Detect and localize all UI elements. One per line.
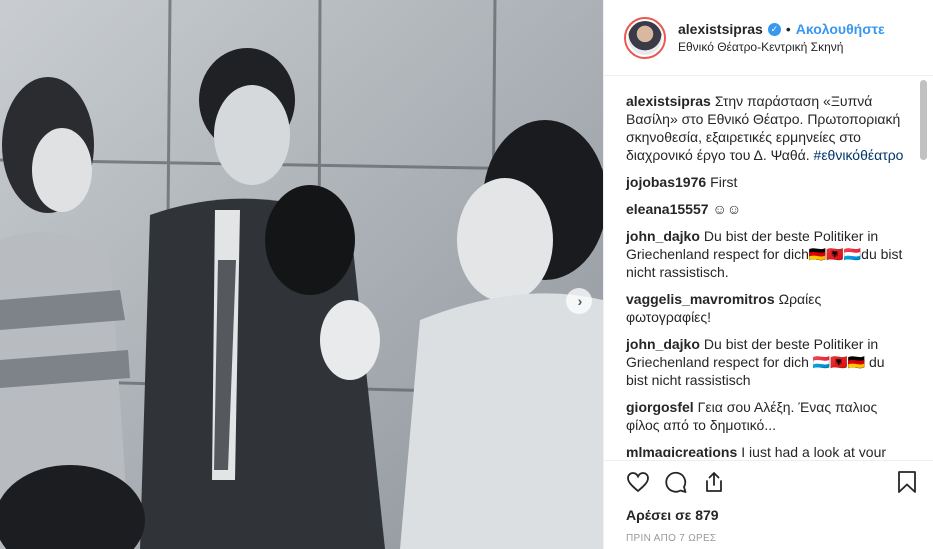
separator-dot: •: [785, 21, 791, 37]
caption-hashtag[interactable]: #εθνικόθέατρο: [814, 147, 904, 163]
follow-button[interactable]: Ακολουθήστε: [796, 21, 885, 37]
post-timestamp[interactable]: ΠΡΙΝ ΑΠΟ 7 ΩΡΕΣ: [626, 533, 918, 544]
comment-item: jojobas1976 First: [626, 173, 907, 191]
comment-text: ☺☺: [712, 201, 742, 217]
carousel-next-button[interactable]: ›: [566, 288, 592, 314]
header-username[interactable]: alexistsipras: [678, 21, 763, 37]
comment-item: john_dajko Du bist der beste Politiker in…: [626, 227, 907, 281]
avatar[interactable]: [624, 16, 666, 59]
comment-username[interactable]: john_dajko: [626, 228, 700, 244]
comment-text: I just had a look at your: [741, 444, 887, 457]
photo-image: [0, 0, 603, 549]
location-link[interactable]: Εθνικό Θέατρο-Κεντρική Σκηνή: [678, 40, 885, 54]
post-photo[interactable]: ›: [0, 0, 603, 549]
likes-count[interactable]: Αρέσει σε 879: [626, 507, 918, 523]
post-header: alexistsipras ✓ • Ακολουθήστε Εθνικό Θέα…: [604, 0, 933, 76]
chevron-right-icon: ›: [577, 293, 583, 309]
comment-username[interactable]: jojobas1976: [626, 174, 706, 190]
comment-username[interactable]: eleana15557: [626, 201, 709, 217]
comment-item: john_dajko Du bist der beste Politiker in…: [626, 335, 907, 389]
comment-item: vaggelis_mavromitros Ωραίες φωτογραφίες!: [626, 290, 907, 326]
post-sidebar: alexistsipras ✓ • Ακολουθήστε Εθνικό Θέα…: [603, 0, 933, 549]
heart-icon[interactable]: [626, 470, 650, 494]
share-icon[interactable]: [702, 470, 726, 494]
post-actions: Αρέσει σε 879 ΠΡΙΝ ΑΠΟ 7 ΩΡΕΣ: [604, 460, 933, 549]
bookmark-icon[interactable]: [896, 470, 918, 494]
comment-item: giorgosfel Γεια σου Αλέξη. Ένας παλιος φί…: [626, 398, 907, 434]
comment-username[interactable]: mlmagicreations: [626, 444, 737, 457]
comment-username[interactable]: giorgosfel: [626, 399, 694, 415]
comment-item: eleana15557 ☺☺: [626, 200, 907, 218]
comment-icon[interactable]: [664, 470, 688, 494]
caption: alexistsipras Στην παράσταση «Ξυπνά Βασίλ…: [626, 92, 907, 164]
verified-icon: ✓: [767, 22, 781, 36]
caption-username[interactable]: alexistsipras: [626, 93, 711, 109]
comment-text: First: [710, 174, 738, 190]
comments-list[interactable]: alexistsipras Στην παράσταση «Ξυπνά Βασίλ…: [604, 77, 917, 457]
comment-username[interactable]: john_dajko: [626, 336, 700, 352]
comments-scrollbar[interactable]: [920, 80, 927, 160]
comment-username[interactable]: vaggelis_mavromitros: [626, 291, 775, 307]
comment-item: mlmagicreations I just had a look at your: [626, 443, 907, 457]
